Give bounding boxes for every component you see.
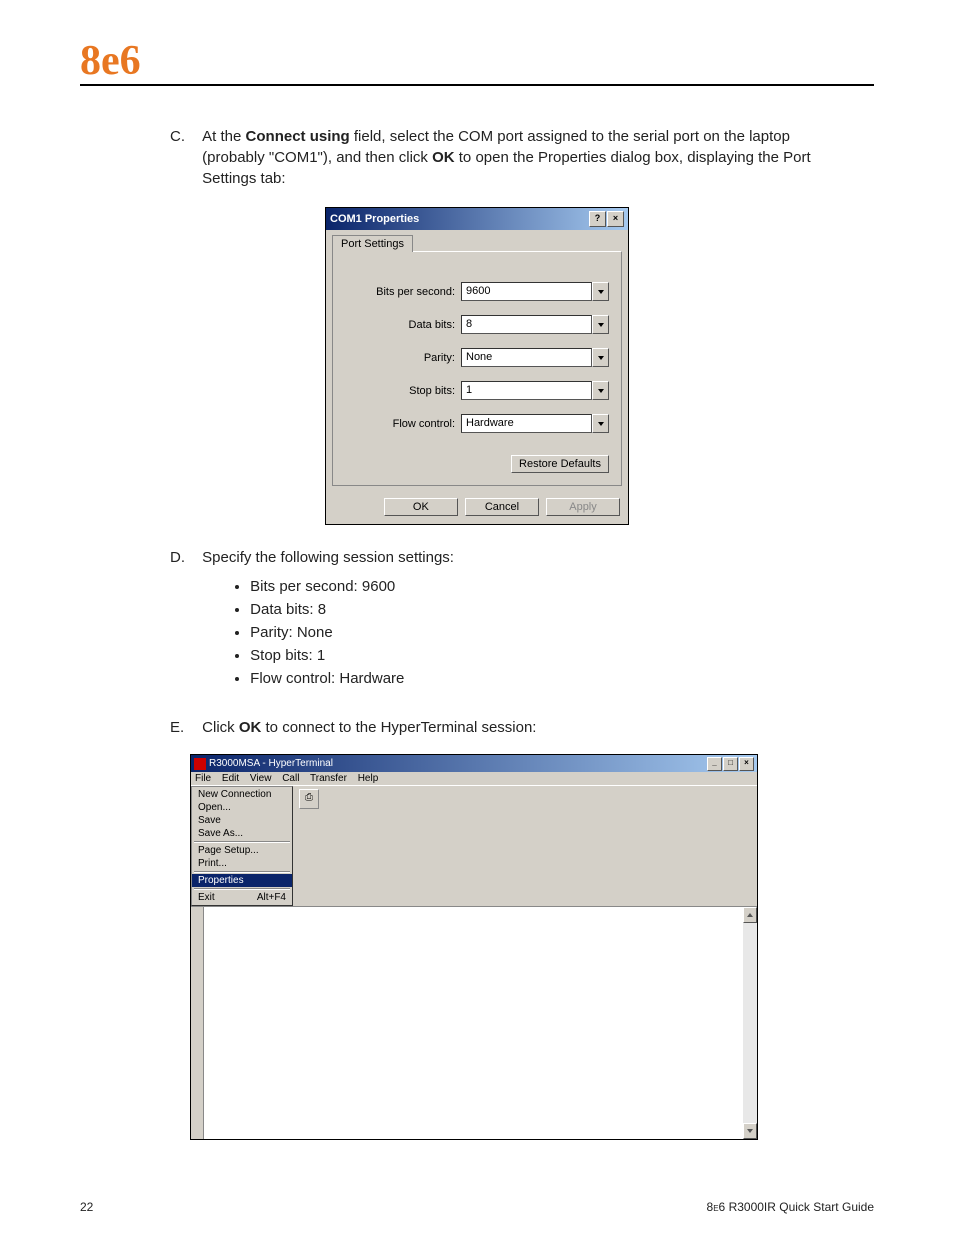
close-button[interactable]: ×: [607, 211, 624, 227]
toolbar-icon[interactable]: ⎙: [299, 789, 319, 809]
dropdown-icon[interactable]: [592, 414, 609, 433]
label-stop-bits: Stop bits:: [345, 385, 461, 397]
menu-item-properties[interactable]: Properties: [192, 874, 292, 887]
menu-file[interactable]: File: [195, 773, 211, 784]
step-d: D. Specify the following session setting…: [170, 547, 874, 703]
dropdown-icon[interactable]: [592, 282, 609, 301]
figure-com1-properties: COM1 Properties ? × Port Settings Bits p…: [80, 207, 874, 525]
menu-item-save[interactable]: Save: [192, 814, 292, 827]
scroll-up-button[interactable]: [743, 907, 757, 923]
left-gutter: [191, 907, 204, 1139]
toolbar-area: New Connection Open... Save Save As... P…: [191, 785, 757, 906]
menu-item-exit[interactable]: Exit Alt+F4: [192, 891, 292, 904]
terminal-viewport[interactable]: [204, 907, 743, 1139]
scroll-down-button[interactable]: [743, 1123, 757, 1139]
dialog-titlebar: COM1 Properties ? ×: [326, 208, 628, 230]
step-c-letter: C.: [170, 126, 198, 147]
hyper-title: R3000MSA - HyperTerminal: [209, 758, 706, 769]
dropdown-icon[interactable]: [592, 381, 609, 400]
label-flow-control: Flow control:: [345, 418, 461, 430]
restore-defaults-button[interactable]: Restore Defaults: [511, 455, 609, 473]
menu-help[interactable]: Help: [358, 773, 379, 784]
select-data-bits[interactable]: 8: [461, 315, 609, 334]
settings-list: Bits per second: 9600 Data bits: 8 Parit…: [250, 576, 842, 689]
step-e-letter: E.: [170, 717, 198, 738]
file-dropdown: New Connection Open... Save Save As... P…: [191, 786, 293, 906]
menu-separator: [194, 888, 290, 890]
menu-item-print[interactable]: Print...: [192, 857, 292, 870]
page-footer: 22 8e6 R3000IR Quick Start Guide: [80, 1200, 874, 1214]
label-bits-per-second: Bits per second:: [345, 286, 461, 298]
figure-hyperterminal: R3000MSA - HyperTerminal _ □ × File Edit…: [190, 754, 874, 1140]
hyperterminal-window: R3000MSA - HyperTerminal _ □ × File Edit…: [190, 754, 758, 1140]
hyper-titlebar: R3000MSA - HyperTerminal _ □ ×: [191, 755, 757, 772]
dialog-title: COM1 Properties: [330, 213, 588, 225]
vertical-scrollbar[interactable]: [743, 907, 757, 1139]
tab-row: Port Settings: [326, 230, 628, 251]
maximize-button[interactable]: □: [723, 757, 738, 771]
step-e: E. Click OK to connect to the HyperTermi…: [170, 717, 874, 738]
tab-port-settings[interactable]: Port Settings: [332, 235, 413, 252]
ok-button[interactable]: OK: [384, 498, 458, 516]
logo: 8e6: [80, 40, 874, 84]
menu-item-new-connection[interactable]: New Connection: [192, 788, 292, 801]
menu-transfer[interactable]: Transfer: [310, 773, 347, 784]
step-e-body: Click OK to connect to the HyperTerminal…: [202, 717, 842, 738]
menu-item-open[interactable]: Open...: [192, 801, 292, 814]
dropdown-icon[interactable]: [592, 315, 609, 334]
menu-item-save-as[interactable]: Save As...: [192, 827, 292, 840]
dropdown-icon[interactable]: [592, 348, 609, 367]
select-flow-control[interactable]: Hardware: [461, 414, 609, 433]
select-stop-bits[interactable]: 1: [461, 381, 609, 400]
menubar: File Edit View Call Transfer Help: [191, 772, 757, 785]
app-icon: [194, 758, 206, 770]
menu-view[interactable]: View: [250, 773, 272, 784]
scroll-track[interactable]: [743, 923, 757, 1123]
menu-edit[interactable]: Edit: [222, 773, 239, 784]
step-d-body: Specify the following session settings: …: [202, 547, 842, 703]
page-header: 8e6: [80, 40, 874, 86]
minimize-button[interactable]: _: [707, 757, 722, 771]
label-data-bits: Data bits:: [345, 319, 461, 331]
terminal-content: [191, 906, 757, 1139]
tab-panel: Bits per second: 9600 Data bits: 8 Parit…: [332, 251, 622, 486]
toolbar: ⎙: [293, 786, 757, 906]
list-item: Parity: None: [250, 622, 842, 643]
list-item: Data bits: 8: [250, 599, 842, 620]
select-parity[interactable]: None: [461, 348, 609, 367]
com1-dialog: COM1 Properties ? × Port Settings Bits p…: [325, 207, 629, 525]
step-c-body: At the Connect using field, select the C…: [202, 126, 842, 189]
list-item: Stop bits: 1: [250, 645, 842, 666]
menu-separator: [194, 871, 290, 873]
menu-item-page-setup[interactable]: Page Setup...: [192, 844, 292, 857]
apply-button[interactable]: Apply: [546, 498, 620, 516]
page-number: 22: [80, 1200, 93, 1214]
select-bits-per-second[interactable]: 9600: [461, 282, 609, 301]
step-d-letter: D.: [170, 547, 198, 568]
guide-name: 8e6 R3000IR Quick Start Guide: [707, 1200, 874, 1214]
menu-separator: [194, 841, 290, 843]
close-button[interactable]: ×: [739, 757, 754, 771]
list-item: Flow control: Hardware: [250, 668, 842, 689]
label-parity: Parity:: [345, 352, 461, 364]
list-item: Bits per second: 9600: [250, 576, 842, 597]
menu-call[interactable]: Call: [282, 773, 299, 784]
cancel-button[interactable]: Cancel: [465, 498, 539, 516]
help-button[interactable]: ?: [589, 211, 606, 227]
step-c: C. At the Connect using field, select th…: [170, 126, 874, 189]
